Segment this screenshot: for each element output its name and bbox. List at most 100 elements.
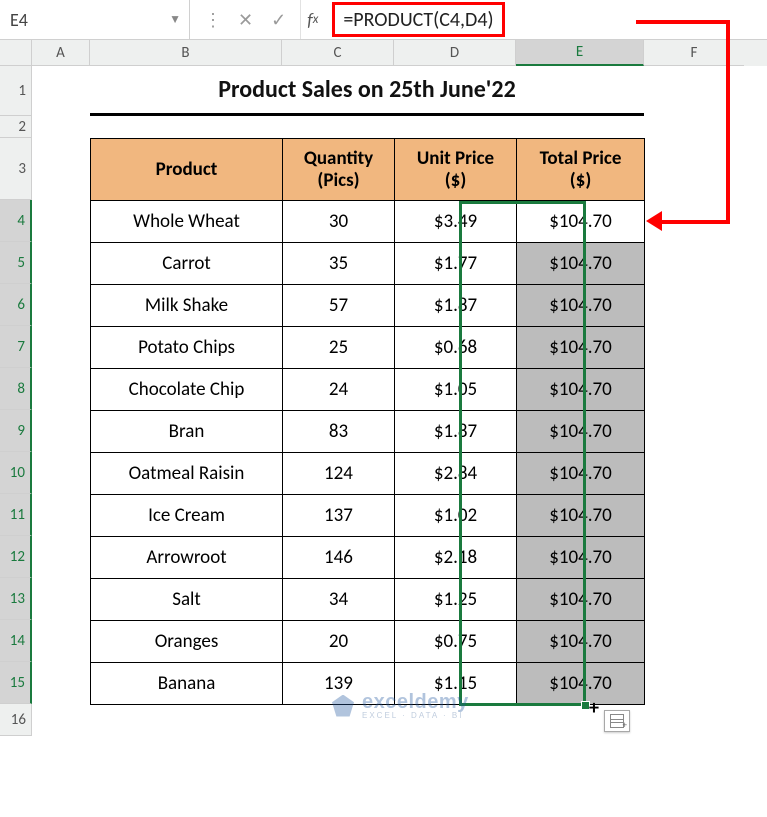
- cell-price[interactable]: $2.18: [395, 537, 517, 579]
- table-row: Oranges20$0.75$104.70: [91, 621, 645, 663]
- cell-total[interactable]: $104.70: [517, 243, 645, 285]
- col-header-E[interactable]: E: [516, 40, 644, 66]
- name-box[interactable]: E4 ▼: [0, 0, 190, 39]
- sheet-body[interactable]: Product Sales on 25th June'22 Product Qu…: [32, 66, 767, 736]
- table-row: Milk Shake57$1.87$104.70: [91, 285, 645, 327]
- cell-total[interactable]: $104.70: [517, 369, 645, 411]
- header-total-price[interactable]: Total Price ($): [517, 139, 645, 201]
- cell-product[interactable]: Carrot: [91, 243, 283, 285]
- chevron-down-icon[interactable]: ▼: [169, 12, 181, 27]
- cell-qty[interactable]: 137: [283, 495, 395, 537]
- formula-bar-controls: ⋮ ✕ ✓: [190, 0, 301, 39]
- row-header-3[interactable]: 3: [0, 138, 32, 200]
- cell-price[interactable]: $3.49: [395, 201, 517, 243]
- cell-price[interactable]: $1.77: [395, 243, 517, 285]
- header-unit-price[interactable]: Unit Price ($): [395, 139, 517, 201]
- cell-product[interactable]: Bran: [91, 411, 283, 453]
- cell-qty[interactable]: 34: [283, 579, 395, 621]
- row-headers: 1 2 3 4 5 6 7 8 9 10 11 12 13 14 15 16: [0, 66, 32, 736]
- row-header-7[interactable]: 7: [0, 326, 32, 368]
- cell-product[interactable]: Milk Shake: [91, 285, 283, 327]
- cell-total[interactable]: $104.70: [517, 327, 645, 369]
- cell-price[interactable]: $1.87: [395, 411, 517, 453]
- table-row: Chocolate Chip24$1.05$104.70: [91, 369, 645, 411]
- cell-total[interactable]: $104.70: [517, 495, 645, 537]
- cell-total[interactable]: $104.70: [517, 411, 645, 453]
- fx-icon[interactable]: fx: [301, 0, 328, 39]
- formula-input[interactable]: =PRODUCT(C4,D4): [332, 2, 504, 37]
- table-header-row: Product Quantity (Pics) Unit Price ($) T…: [91, 139, 645, 201]
- page-title: Product Sales on 25th June'22: [90, 66, 644, 116]
- cell-product[interactable]: Banana: [91, 663, 283, 705]
- name-box-value: E4: [10, 9, 28, 31]
- cell-product[interactable]: Salt: [91, 579, 283, 621]
- row-header-9[interactable]: 9: [0, 410, 32, 452]
- row-header-13[interactable]: 13: [0, 578, 32, 620]
- cancel-icon[interactable]: ✕: [238, 9, 253, 31]
- more-icon[interactable]: ⋮: [204, 9, 220, 31]
- row-header-2[interactable]: 2: [0, 116, 32, 138]
- cell-total[interactable]: $104.70: [517, 663, 645, 705]
- cell-qty[interactable]: 24: [283, 369, 395, 411]
- formula-text: =PRODUCT(C4,D4): [343, 8, 493, 32]
- cell-qty[interactable]: 35: [283, 243, 395, 285]
- cell-product[interactable]: Arrowroot: [91, 537, 283, 579]
- cell-product[interactable]: Ice Cream: [91, 495, 283, 537]
- autofill-options-button[interactable]: [604, 710, 630, 732]
- table-row: Oatmeal Raisin124$2.84$104.70: [91, 453, 645, 495]
- cell-qty[interactable]: 57: [283, 285, 395, 327]
- cell-product[interactable]: Potato Chips: [91, 327, 283, 369]
- cursor-crosshair-icon: +: [589, 698, 599, 718]
- col-header-A[interactable]: A: [32, 40, 90, 66]
- cell-price[interactable]: $1.25: [395, 579, 517, 621]
- header-product[interactable]: Product: [91, 139, 283, 201]
- cell-qty[interactable]: 20: [283, 621, 395, 663]
- watermark-logo-icon: [332, 695, 354, 717]
- data-table: Product Quantity (Pics) Unit Price ($) T…: [90, 138, 645, 705]
- row-header-1[interactable]: 1: [0, 66, 32, 116]
- row-header-10[interactable]: 10: [0, 452, 32, 494]
- row-header-11[interactable]: 11: [0, 494, 32, 536]
- cell-qty[interactable]: 124: [283, 453, 395, 495]
- column-headers: A B C D E F: [0, 40, 767, 66]
- row-header-15[interactable]: 15: [0, 662, 32, 704]
- cell-qty[interactable]: 83: [283, 411, 395, 453]
- row-header-4[interactable]: 4: [0, 200, 32, 242]
- cell-total[interactable]: $104.70: [517, 579, 645, 621]
- row-header-12[interactable]: 12: [0, 536, 32, 578]
- header-quantity[interactable]: Quantity (Pics): [283, 139, 395, 201]
- annotation-leader: [726, 20, 730, 222]
- row-header-8[interactable]: 8: [0, 368, 32, 410]
- cell-total[interactable]: $104.70: [517, 621, 645, 663]
- cell-product[interactable]: Whole Wheat: [91, 201, 283, 243]
- row-header-5[interactable]: 5: [0, 242, 32, 284]
- enter-icon[interactable]: ✓: [271, 9, 286, 31]
- row-header-6[interactable]: 6: [0, 284, 32, 326]
- cell-total[interactable]: $104.70: [517, 285, 645, 327]
- col-header-C[interactable]: C: [282, 40, 394, 66]
- cell-product[interactable]: Chocolate Chip: [91, 369, 283, 411]
- cell-qty[interactable]: 146: [283, 537, 395, 579]
- table-row: Salt34$1.25$104.70: [91, 579, 645, 621]
- cell-total[interactable]: $104.70: [517, 537, 645, 579]
- table-row: Ice Cream137$1.02$104.70: [91, 495, 645, 537]
- cell-qty[interactable]: 25: [283, 327, 395, 369]
- col-header-D[interactable]: D: [394, 40, 516, 66]
- cell-price[interactable]: $0.75: [395, 621, 517, 663]
- cell-product[interactable]: Oatmeal Raisin: [91, 453, 283, 495]
- cell-qty[interactable]: 30: [283, 201, 395, 243]
- spreadsheet-grid: A B C D E F 1 2 3 4 5 6 7 8 9 10 11 12 1…: [0, 40, 767, 736]
- cell-price[interactable]: $0.68: [395, 327, 517, 369]
- row-header-14[interactable]: 14: [0, 620, 32, 662]
- cell-price[interactable]: $2.84: [395, 453, 517, 495]
- select-all-corner[interactable]: [0, 40, 32, 66]
- cell-price[interactable]: $1.87: [395, 285, 517, 327]
- cell-price[interactable]: $1.05: [395, 369, 517, 411]
- cell-total[interactable]: $104.70: [517, 453, 645, 495]
- row-header-16[interactable]: 16: [0, 704, 32, 736]
- watermark: exceldemy EXCEL · DATA · BI: [332, 691, 469, 720]
- col-header-B[interactable]: B: [90, 40, 282, 66]
- cell-product[interactable]: Oranges: [91, 621, 283, 663]
- cell-price[interactable]: $1.02: [395, 495, 517, 537]
- cell-total[interactable]: $104.70: [517, 201, 645, 243]
